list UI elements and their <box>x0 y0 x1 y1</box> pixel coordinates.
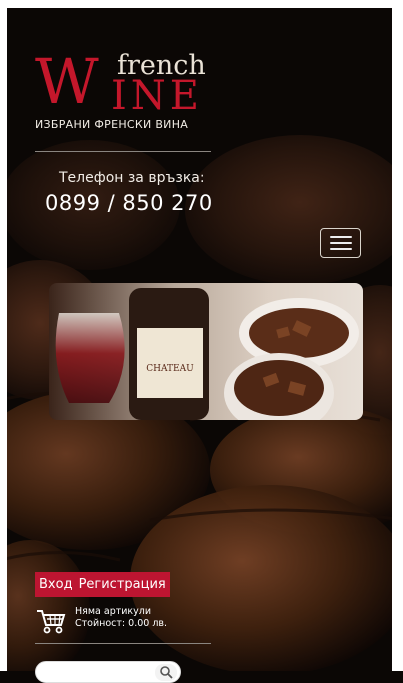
search-icon[interactable] <box>155 664 177 681</box>
hero-wine-chocolate-image: CHATEAU <box>49 283 363 420</box>
register-link[interactable]: Регистрация <box>79 577 166 592</box>
frame-edge-right <box>392 0 403 671</box>
cart-divider <box>35 643 211 644</box>
mini-cart[interactable]: Няма артикули Стойност: 0.00 лв. <box>36 606 206 636</box>
cart-items-count: Няма артикули <box>75 606 152 617</box>
hamburger-menu-button[interactable] <box>320 228 361 258</box>
cart-total: Стойност: 0.00 лв. <box>75 618 168 629</box>
search-input[interactable] <box>44 665 148 679</box>
svg-text:CHATEAU: CHATEAU <box>146 364 194 374</box>
logo-tagline: ИЗБРАНИ ФРЕНСКИ ВИНА <box>35 118 189 131</box>
hamburger-bar <box>329 248 352 250</box>
hamburger-bar <box>329 242 352 244</box>
logo-w-letter: W <box>35 45 99 118</box>
header-divider <box>35 151 211 152</box>
phone-label: Телефон за връзка: <box>59 170 205 186</box>
auth-bar: Вход Регистрация <box>35 572 170 597</box>
cart-summary: Няма артикули Стойност: 0.00 лв. <box>75 606 167 630</box>
shopping-cart-icon <box>37 610 66 634</box>
search-box <box>35 661 181 683</box>
phone-number[interactable]: 0899 / 850 270 <box>45 191 213 215</box>
hamburger-menu-icon <box>329 236 352 238</box>
site-logo[interactable]: W french INE ИЗБРАНИ ФРЕНСКИ ВИНА <box>35 45 213 132</box>
frame-edge-top <box>0 0 403 8</box>
login-link[interactable]: Вход <box>39 577 73 592</box>
logo-ine-letters: INE <box>111 73 203 119</box>
frame-edge-left <box>0 0 7 671</box>
